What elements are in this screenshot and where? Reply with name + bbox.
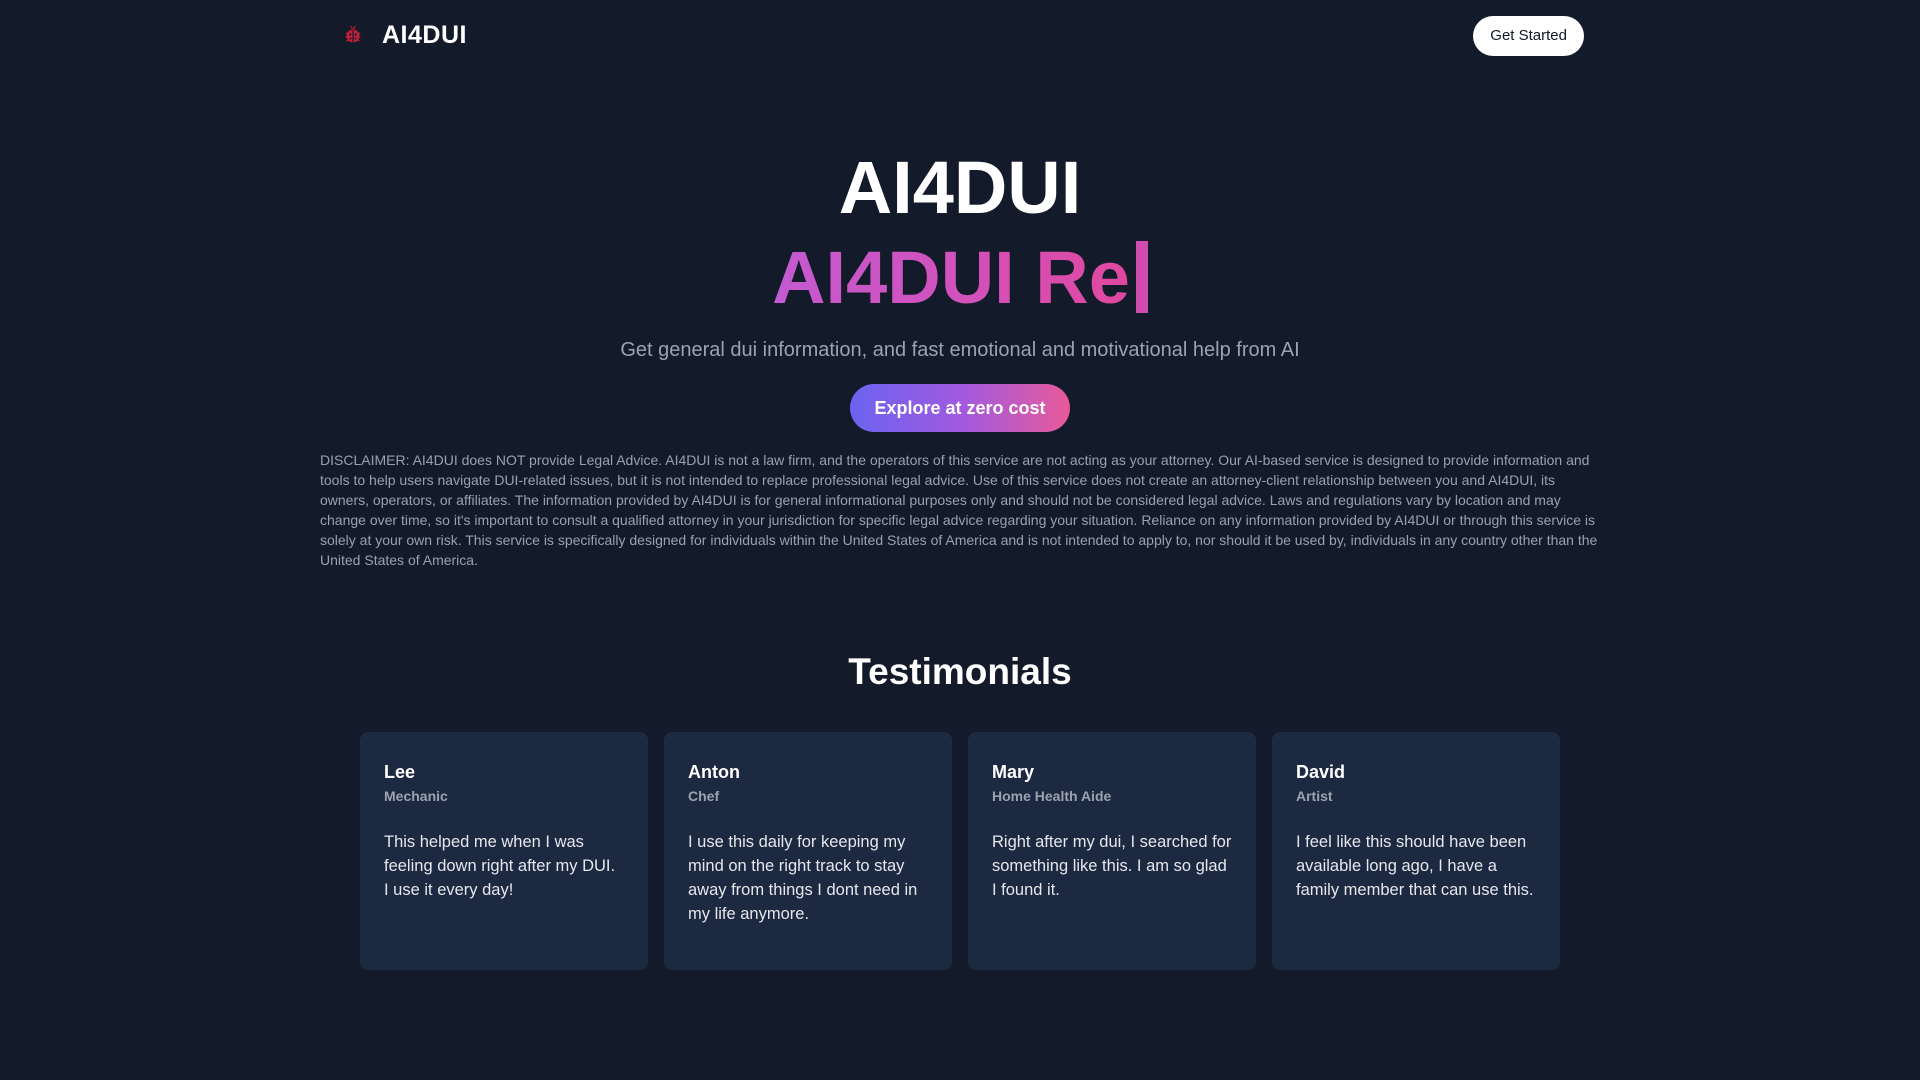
testimonial-text: This helped me when I was feeling down r… <box>384 833 616 899</box>
testimonials-list: Lee Mechanic This helped me when I was f… <box>360 732 1560 970</box>
hero-typed-headline: AI4DUI Re <box>0 236 1920 320</box>
hero-title: AI4DUI <box>838 146 1082 229</box>
testimonial-name: David <box>1296 762 1346 782</box>
testimonial-role: Home Health Aide <box>992 788 1112 804</box>
testimonial-card: Anton Chef I use this daily for keeping … <box>664 732 952 970</box>
ladybug-icon <box>340 22 366 48</box>
hero-subtitle: Get general dui information, and fast em… <box>620 339 1300 361</box>
testimonial-card: Lee Mechanic This helped me when I was f… <box>360 732 648 970</box>
disclaimer-text: DISCLAIMER: AI4DUI does NOT provide Lega… <box>320 452 1598 568</box>
testimonials-heading: Testimonials <box>848 651 1072 692</box>
explore-button[interactable]: Explore at zero cost <box>850 384 1070 432</box>
testimonial-role: Chef <box>688 788 720 804</box>
testimonial-card: Mary Home Health Aide Right after my dui… <box>968 732 1256 970</box>
testimonial-name: Lee <box>384 762 416 782</box>
typed-text: AI4DUI Re <box>772 236 1130 319</box>
brand-name: AI4DUI <box>382 21 467 49</box>
testimonial-text: I feel like this should have been availa… <box>1296 833 1534 899</box>
testimonial-name: Anton <box>688 762 740 782</box>
testimonial-role: Artist <box>1296 788 1333 804</box>
testimonial-role: Mechanic <box>384 788 448 804</box>
testimonial-text: Right after my dui, I searched for somet… <box>992 833 1232 899</box>
typing-cursor <box>1135 241 1148 313</box>
testimonial-name: Mary <box>992 762 1035 782</box>
testimonial-text: I use this daily for keeping my mind on … <box>688 833 918 923</box>
site-header: AI4DUI Get Started <box>320 0 1584 72</box>
get-started-button[interactable]: Get Started <box>1473 16 1584 56</box>
brand[interactable]: AI4DUI <box>340 18 467 52</box>
testimonial-card: David Artist I feel like this should hav… <box>1272 732 1560 970</box>
